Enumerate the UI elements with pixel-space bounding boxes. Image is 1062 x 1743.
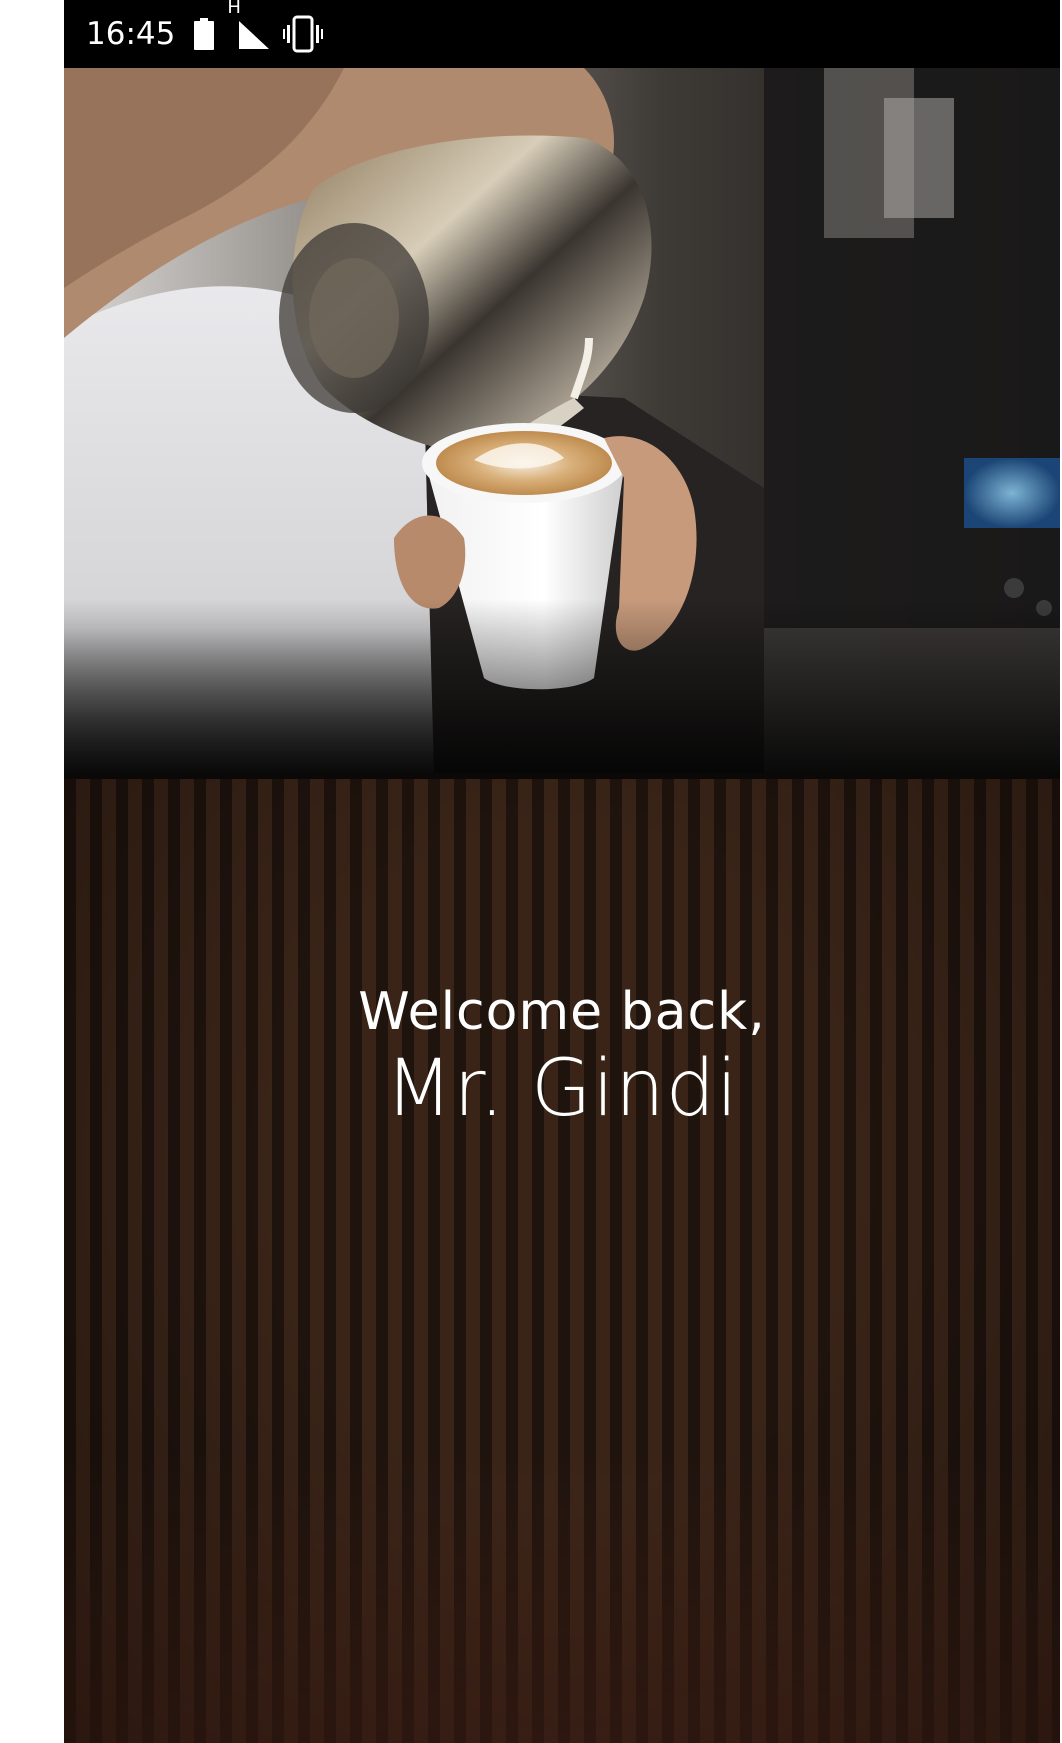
network-type-label: H — [227, 0, 241, 18]
signal-icon: H — [225, 0, 273, 51]
status-icons: H — [193, 0, 324, 53]
vibrate-icon — [283, 15, 324, 53]
welcome-message: Welcome back, Mr. Gindi — [64, 982, 1060, 1136]
status-time: 16:45 — [86, 16, 176, 52]
hero-photo — [64, 68, 1060, 776]
latte-art-photo — [64, 68, 1060, 776]
battery-icon — [193, 17, 215, 51]
user-name: Mr. Gindi — [385, 1044, 739, 1134]
welcome-panel: Welcome back, Mr. Gindi — [64, 779, 1060, 1743]
status-bar: 16:45 H — [64, 0, 1060, 68]
greeting-text: Welcome back, — [358, 982, 766, 1042]
app-screen: 16:45 H Welcome back, Mr. Gindi — [64, 0, 1060, 1743]
